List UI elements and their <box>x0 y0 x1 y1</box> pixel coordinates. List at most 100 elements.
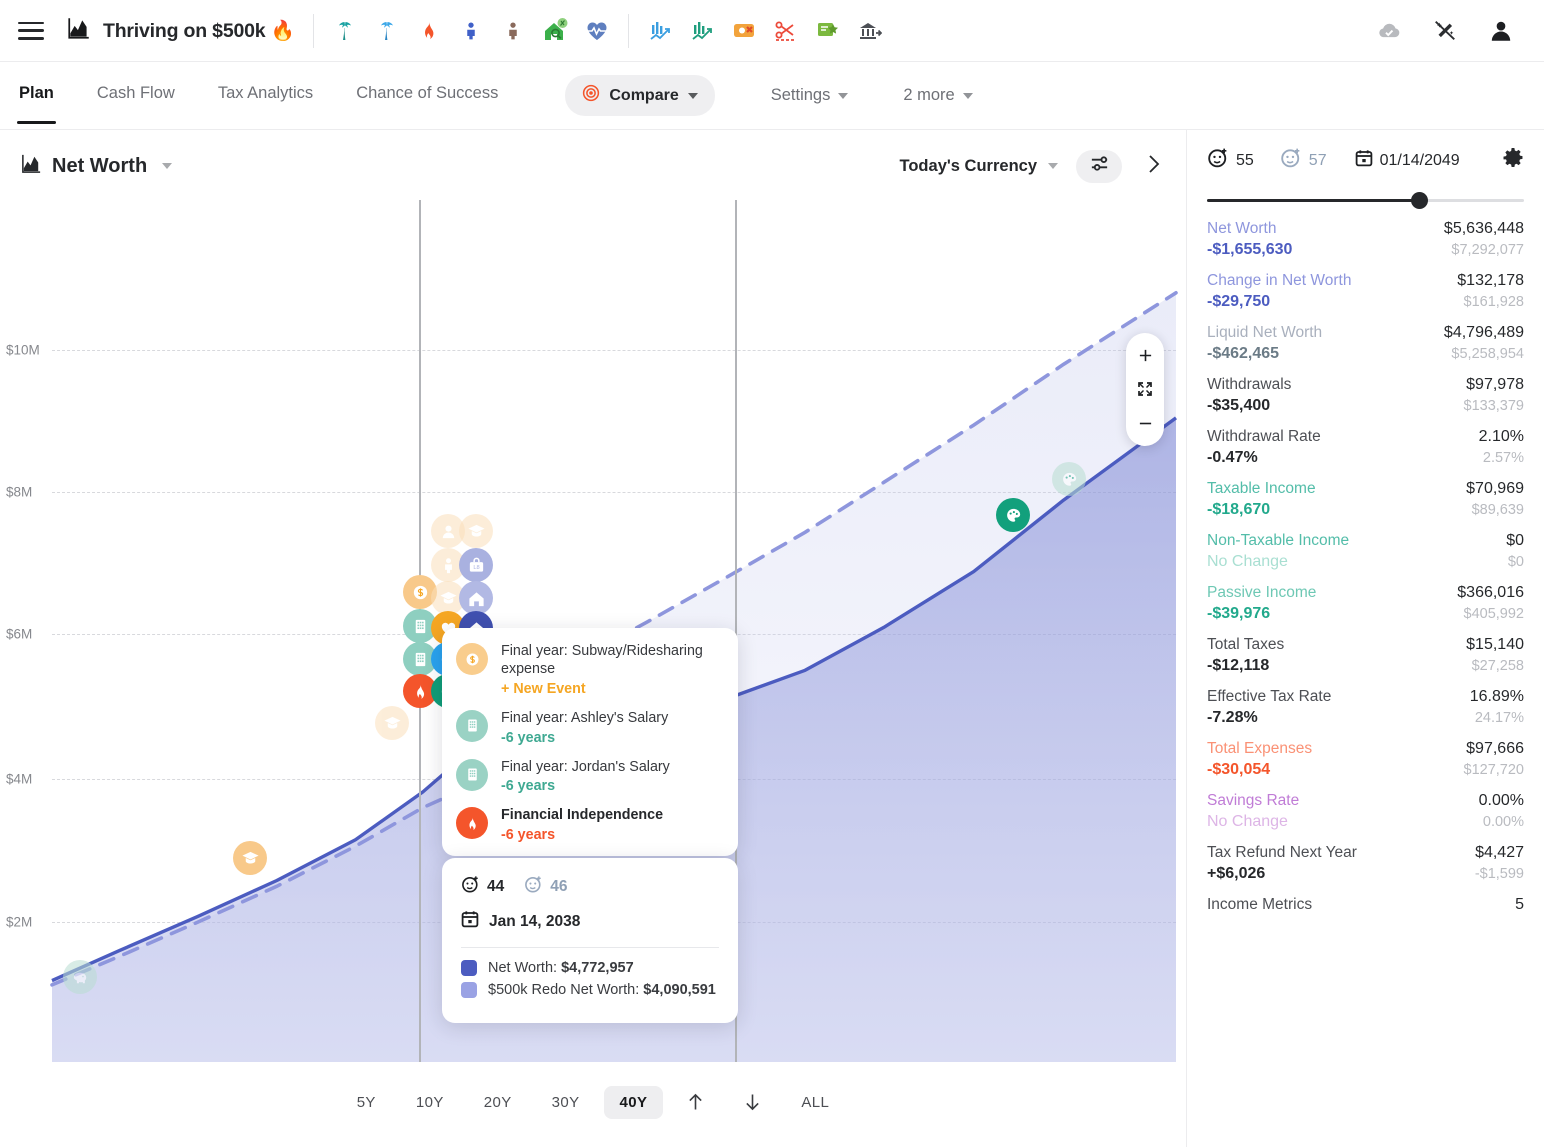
timeframe-40y[interactable]: 40Y <box>603 1085 664 1119</box>
settings-label: Settings <box>770 86 831 104</box>
app-root: Thriving on $500k 🔥 Plan Cash Flow Tax A… <box>0 0 1544 1147</box>
event-tooltip-row[interactable]: Financial Independence -6 years <box>456 807 724 843</box>
metric-row[interactable]: Liquid Net Worth $4,796,489 -$462,465 $5,25… <box>1207 324 1524 363</box>
metric-delta: -7.28% <box>1207 709 1258 726</box>
home-search-icon[interactable] <box>542 17 568 44</box>
timeframe-5y[interactable]: 5Y <box>341 1086 392 1119</box>
metric-row[interactable]: Change in Net Worth $132,178 -$29,750 $161,… <box>1207 272 1524 311</box>
metric-delta: -$12,118 <box>1207 657 1270 674</box>
timeframe-20y[interactable]: 20Y <box>468 1086 528 1119</box>
scroll-up-button[interactable] <box>671 1084 720 1120</box>
metric-row[interactable]: Non-Taxable Income $0 No Change $0 <box>1207 532 1524 571</box>
metric-label: Withdrawals <box>1207 376 1292 393</box>
briefcase-event[interactable]: L8 <box>459 548 493 582</box>
compare-label: Compare <box>609 86 679 104</box>
menu-hamburger-icon[interactable] <box>18 21 44 40</box>
person-brown-icon[interactable] <box>500 18 526 44</box>
tooltip-series-row: $500k Redo Net Worth: $4,090,591 <box>461 982 719 998</box>
metric-row[interactable]: Withdrawals $97,978 -$35,400 $133,379 <box>1207 376 1524 415</box>
event-tooltip-row[interactable]: Final year: Jordan's Salary -6 years <box>456 758 724 794</box>
scroll-down-button[interactable] <box>728 1084 777 1120</box>
metric-row[interactable]: Total Expenses $97,666 -$30,054 $127,720 <box>1207 740 1524 779</box>
metric-previous: $405,992 <box>1463 606 1524 622</box>
timeline-slider[interactable] <box>1207 192 1524 209</box>
sidebar-date[interactable]: 01/14/2049 <box>1355 149 1460 172</box>
chart-bars-blue-icon[interactable] <box>647 18 673 44</box>
building-icon <box>456 758 488 791</box>
chart-filter-button[interactable] <box>1076 149 1122 183</box>
metric-label: Total Taxes <box>1207 636 1285 653</box>
metric-previous: 0.00% <box>1482 814 1524 830</box>
sliders-icon <box>1089 153 1110 179</box>
tab-chance-of-success[interactable]: Chance of Success <box>356 84 498 107</box>
metric-row[interactable]: Net Worth $5,636,448 -$1,655,630 $7,292,077 <box>1207 220 1524 259</box>
sidebar-date-value: 01/14/2049 <box>1379 151 1460 169</box>
metric-selector[interactable]: Net Worth <box>20 152 173 180</box>
slider-thumb[interactable] <box>1411 192 1429 209</box>
zoom-out-button[interactable] <box>1132 410 1158 436</box>
piggy-bank-event[interactable] <box>63 960 97 994</box>
more-dropdown[interactable]: 2 more <box>903 86 973 105</box>
metric-row[interactable]: Total Taxes $15,140 -$12,118 $27,258 <box>1207 636 1524 675</box>
metric-label: Change in Net Worth <box>1207 272 1352 289</box>
timeframe-10y[interactable]: 10Y <box>400 1086 460 1119</box>
flame-icon[interactable] <box>416 18 442 44</box>
tab-plan[interactable]: Plan <box>17 84 56 124</box>
event-tooltip-title: Final year: Ashley's Salary <box>501 709 669 726</box>
event-tooltip-row[interactable]: Final year: Subway/Ridesharing expense + … <box>456 643 724 697</box>
chevron-down-icon <box>962 92 973 99</box>
timeframe-30y[interactable]: 30Y <box>536 1086 596 1119</box>
zoom-in-button[interactable] <box>1132 343 1158 369</box>
chart-bars-green-icon[interactable] <box>689 18 715 44</box>
metric-previous: 24.17% <box>1474 710 1524 726</box>
metric-row[interactable]: Passive Income $366,016 -$39,976 $405,992 <box>1207 584 1524 623</box>
metric-row[interactable]: Effective Tax Rate 16.89% -7.28% 24.17% <box>1207 688 1524 727</box>
currency-selector[interactable]: Today's Currency <box>900 157 1058 176</box>
tab-tax-analytics[interactable]: Tax Analytics <box>218 84 313 107</box>
palette-event-faded[interactable] <box>1052 462 1086 496</box>
timeframe-all[interactable]: ALL <box>785 1086 845 1119</box>
palm-tree-blue-icon[interactable] <box>374 18 400 44</box>
graduation-event[interactable] <box>233 841 267 875</box>
gear-icon[interactable] <box>1502 147 1524 174</box>
metric-value: $4,427 <box>1475 844 1524 861</box>
palm-tree-teal-icon[interactable] <box>332 18 358 44</box>
toolbar-status-group <box>1376 18 1514 44</box>
tooltip-series-row: Net Worth: $4,772,957 <box>461 960 719 976</box>
cloud-saved-icon[interactable] <box>1376 18 1402 44</box>
metric-label: Total Expenses <box>1207 740 1313 757</box>
metric-row[interactable]: Taxable Income $70,969 -$18,670 $89,639 <box>1207 480 1524 519</box>
metric-value: $97,978 <box>1466 376 1524 393</box>
cash-remove-icon[interactable] <box>731 18 757 44</box>
certificate-award-icon[interactable] <box>815 18 841 44</box>
tab-cash-flow[interactable]: Cash Flow <box>97 84 175 107</box>
house-event[interactable] <box>459 581 493 615</box>
heartbeat-icon[interactable] <box>584 18 610 44</box>
person-age-icon <box>461 875 480 899</box>
sidebar-header: 55 57 01/14/2049 <box>1207 130 1524 174</box>
fit-screen-button[interactable] <box>1132 376 1158 402</box>
bank-transfer-icon[interactable] <box>857 18 883 44</box>
compare-button[interactable]: Compare <box>565 75 715 116</box>
net-worth-chart[interactable]: $10M $8M $6M $4M $2M L8 Final year: Subw… <box>0 200 1186 1062</box>
next-chart-button[interactable] <box>1140 150 1168 183</box>
tooltip-ages: 44 46 <box>461 875 719 899</box>
account-avatar-icon[interactable] <box>1488 18 1514 44</box>
metric-row[interactable]: Income Metrics 5 <box>1207 896 1524 914</box>
metric-row[interactable]: Tax Refund Next Year $4,427 +$6,026 -$1,599 <box>1207 844 1524 883</box>
metrics-list: Net Worth $5,636,448 -$1,655,630 $7,292,077… <box>1207 220 1524 914</box>
graduation-event-3[interactable] <box>375 706 409 740</box>
event-tooltip-row[interactable]: Final year: Ashley's Salary -6 years <box>456 709 724 746</box>
magic-wand-off-icon[interactable] <box>1432 18 1458 44</box>
metric-row[interactable]: Withdrawal Rate 2.10% -0.47% 2.57% <box>1207 428 1524 467</box>
graduation-event-faded[interactable] <box>459 514 493 548</box>
sidebar-age-primary: 55 <box>1207 147 1254 174</box>
action-icon-group <box>647 18 883 44</box>
palette-event[interactable] <box>996 498 1030 532</box>
metric-label: Income Metrics <box>1207 896 1313 913</box>
metric-row[interactable]: Savings Rate 0.00% No Change 0.00% <box>1207 792 1524 831</box>
settings-dropdown[interactable]: Settings <box>771 86 849 105</box>
person-blue-icon[interactable] <box>458 18 484 44</box>
series-swatch <box>461 960 477 976</box>
scissors-cut-icon[interactable] <box>773 18 799 44</box>
